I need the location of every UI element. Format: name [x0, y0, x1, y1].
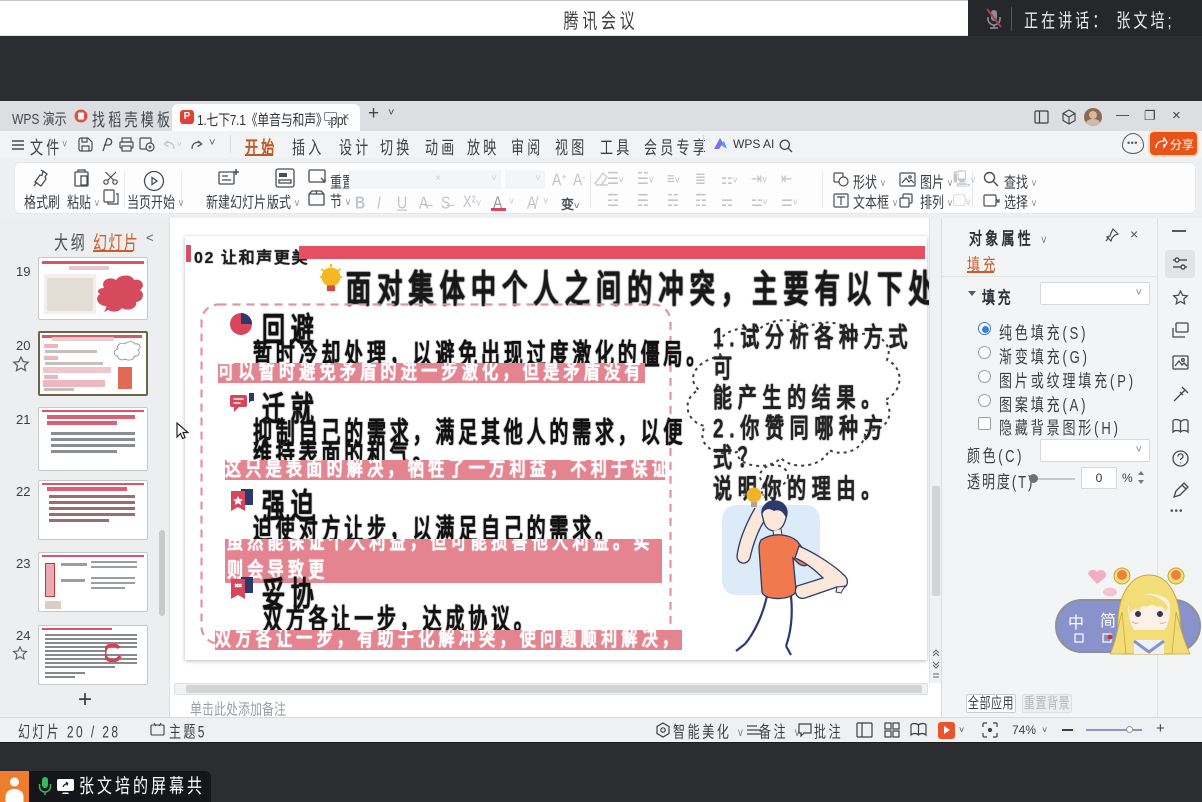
- svg-text:简: 简: [1100, 612, 1116, 630]
- svg-text:中: 中: [1068, 614, 1084, 632]
